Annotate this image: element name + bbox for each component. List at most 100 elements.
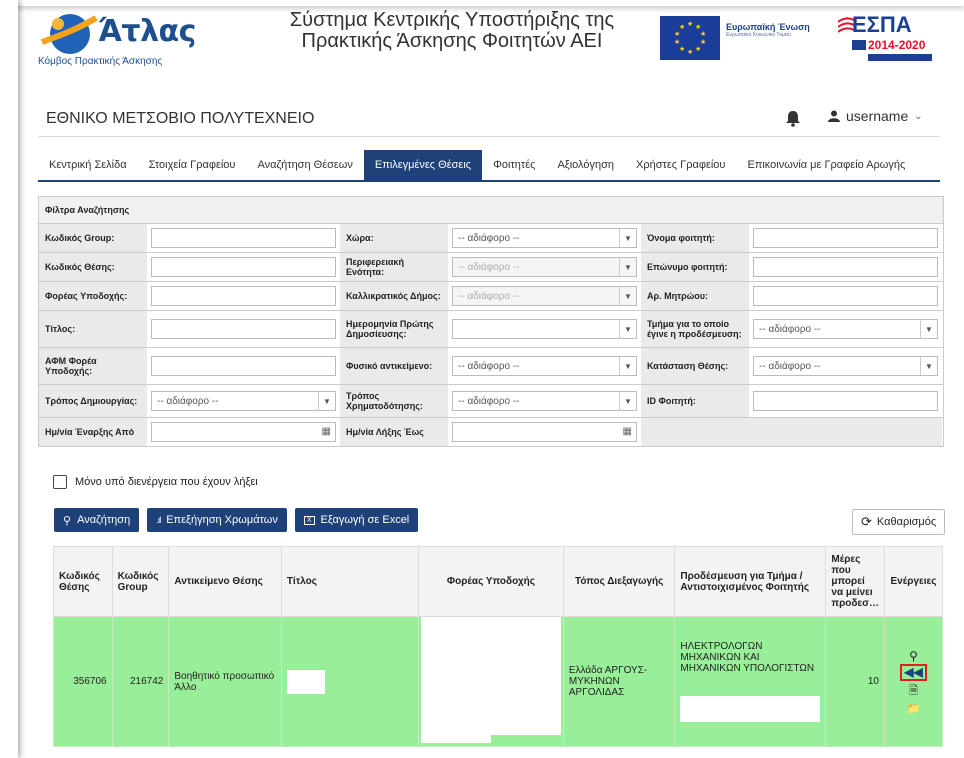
- search-filters: Φίλτρα Αναζήτησης Κωδικός Group: Χώρα: -…: [38, 196, 944, 447]
- cell-position-code: 356706: [53, 616, 113, 747]
- filter-row: Τρόπος Δημιουργίας: -- αδιάφορο -- ▼ Τρόπ…: [39, 385, 943, 418]
- atlas-globe-icon: [40, 14, 98, 54]
- filter-row: Φορέας Υποδοχής: Καλλικρατικός Δήμος: --…: [39, 282, 943, 311]
- host-input[interactable]: [151, 286, 336, 306]
- filter-label: ΑΦΜ Φορέα Υποδοχής:: [39, 348, 147, 384]
- filter-label: Κωδικός Group:: [39, 224, 147, 252]
- chevron-down-icon: ▼: [619, 320, 636, 338]
- region-select[interactable]: -- αδιάφορο -- ▼: [452, 257, 637, 277]
- col-header[interactable]: Προδέσμευση για Τμήμα / Αντιστοιχισμένος…: [674, 546, 827, 617]
- filters-title: Φίλτρα Αναζήτησης: [39, 197, 943, 224]
- cell-days-left: 10: [825, 616, 885, 747]
- filter-label: Τρόπος Δημιουργίας:: [39, 385, 147, 417]
- search-button[interactable]: ⚲ Αναζήτηση: [54, 508, 140, 532]
- filter-label: Καλλικρατικός Δήμος:: [340, 282, 448, 310]
- only-expired-checkbox-row[interactable]: Μόνο υπό διενέργεια που έχουν λήξει: [53, 475, 258, 489]
- afm-input[interactable]: [151, 356, 336, 376]
- filter-label: Φορέας Υποδοχής:: [39, 282, 147, 310]
- user-menu[interactable]: username ⌄: [828, 108, 923, 124]
- pdf-file-icon[interactable]: 🗎: [909, 682, 918, 701]
- folder-icon[interactable]: 📁: [907, 702, 921, 715]
- window-top-edge: [0, 0, 964, 6]
- col-header[interactable]: Κωδικός Θέσης: [53, 546, 113, 617]
- tab-students[interactable]: Φοιτητές: [482, 150, 546, 180]
- cell-actions: ⚲ ◀◀ 🗎 📁: [884, 616, 943, 747]
- chevron-down-icon: ▼: [619, 229, 636, 247]
- title-input[interactable]: [151, 319, 336, 339]
- colors-legend-button[interactable]: .ıl Επεξήγηση Χρωμάτων: [147, 508, 287, 532]
- filter-label: Επώνυμο φοιτητή:: [641, 253, 749, 281]
- filter-label: Ημ/νία Λήξης Έως: [340, 418, 448, 446]
- eu-flag-icon: ★ ★ ★ ★ ★ ★ ★ ★ ★ ★: [660, 16, 720, 60]
- cell-department: ΗΛΕΚΤΡΟΛΟΓΩΝ ΜΗΧΑΝΙΚΩΝ ΚΑΙ ΜΗΧΑΝΙΚΩΝ ΥΠΟ…: [674, 616, 827, 747]
- status-select[interactable]: -- αδιάφορο -- ▼: [753, 356, 938, 376]
- filter-label: Ημ/νία Έναρξης Από: [39, 418, 147, 446]
- group-code-input[interactable]: [151, 228, 336, 248]
- col-header[interactable]: Αντικείμενο Θέσης: [168, 546, 282, 617]
- svg-text:★: ★: [687, 20, 693, 28]
- institution-bar: ΕΘΝΙΚΟ ΜΕΤΣΟΒΙΟ ΠΟΛΥΤΕΧΝΕΙΟ username ⌄: [38, 100, 940, 137]
- filter-row: Κωδικός Θέσης: Περιφερειακή Ενότητα: -- …: [39, 253, 943, 282]
- svg-text:★: ★: [679, 45, 685, 53]
- filter-label: Αρ. Μητρώου:: [641, 282, 749, 310]
- reg-no-input[interactable]: [753, 286, 938, 306]
- espa-bar: [868, 54, 932, 61]
- only-expired-label: Μόνο υπό διενέργεια που έχουν λήξει: [75, 476, 258, 488]
- filter-label: Ημερομηνία Πρώτης Δημοσίευσης:: [340, 311, 448, 347]
- cell-place: Ελλάδα ΑΡΓΟΥΣ-ΜΥΚΗΝΩΝ ΑΡΓΟΛΙΔΑΣ: [562, 616, 676, 747]
- physical-object-select[interactable]: -- αδιάφορο -- ▼: [452, 356, 637, 376]
- calendar-icon[interactable]: ▦: [322, 426, 331, 437]
- search-icon[interactable]: ⚲: [909, 649, 918, 663]
- col-header[interactable]: Τόπος Διεξαγωγής: [562, 546, 676, 617]
- position-code-input[interactable]: [151, 257, 336, 277]
- student-name-input[interactable]: [753, 228, 938, 248]
- cell-subject: Βοηθητικό προσωπικό Άλλο: [168, 616, 282, 747]
- rewind-icon[interactable]: ◀◀: [900, 663, 927, 681]
- tab-helpdesk[interactable]: Επικοινωνία με Γραφείο Αρωγής: [736, 150, 916, 180]
- filter-label: ID Φοιτητή:: [641, 385, 749, 417]
- window-left-edge: [0, 0, 18, 758]
- department-select[interactable]: -- αδιάφορο -- ▼: [753, 319, 938, 339]
- filter-row: Τίτλος: Ημερομηνία Πρώτης Δημοσίευσης: ▼…: [39, 311, 943, 348]
- col-header[interactable]: Μέρες που μπορεί να μείνει προδεσ…: [825, 546, 885, 617]
- tab-selected-positions[interactable]: Επιλεγμένες Θέσεις: [363, 150, 483, 180]
- tab-home[interactable]: Κεντρική Σελίδα: [38, 150, 138, 180]
- student-surname-input[interactable]: [753, 257, 938, 277]
- export-excel-button[interactable]: X Εξαγωγή σε Excel: [294, 508, 419, 532]
- institution-name: ΕΘΝΙΚΟ ΜΕΤΣΟΒΙΟ ΠΟΛΥΤΕΧΝΕΙΟ: [46, 110, 315, 127]
- main-nav: Κεντρική Σελίδα Στοιχεία Γραφείου Αναζήτ…: [38, 150, 940, 182]
- chevron-down-icon: ▼: [619, 357, 636, 375]
- cell-host: [417, 616, 564, 747]
- municipality-select[interactable]: -- αδιάφορο -- ▼: [452, 286, 637, 306]
- tab-evaluation[interactable]: Αξιολόγηση: [546, 150, 625, 180]
- redacted-box: [420, 617, 561, 735]
- tab-office-info[interactable]: Στοιχεία Γραφείου: [138, 150, 247, 180]
- filter-label: Περιφερειακή Ενότητα:: [340, 253, 448, 281]
- first-publication-select[interactable]: ▼: [452, 319, 637, 339]
- clear-button[interactable]: ⟳ Καθαρισμός: [852, 509, 946, 535]
- filter-empty: [749, 418, 942, 446]
- svg-text:★: ★: [695, 45, 701, 53]
- action-buttons: ⚲ Αναζήτηση .ıl Επεξήγηση Χρωμάτων X Εξα…: [54, 508, 419, 532]
- filter-label: Τίτλος:: [39, 311, 147, 347]
- tab-office-users[interactable]: Χρήστες Γραφείου: [625, 150, 736, 180]
- atlas-logo[interactable]: Άτλας Κόμβος Πρακτικής Άσκησης: [36, 10, 196, 74]
- col-header[interactable]: Τίτλος: [280, 546, 419, 617]
- only-expired-checkbox[interactable]: [53, 475, 67, 489]
- svg-text:★: ★: [674, 30, 680, 38]
- calendar-icon[interactable]: ▦: [623, 426, 632, 437]
- chevron-down-icon: ▼: [619, 258, 636, 276]
- student-id-input[interactable]: [753, 391, 938, 411]
- logo-subtitle: Κόμβος Πρακτικής Άσκησης: [38, 56, 163, 67]
- country-select[interactable]: -- αδιάφορο -- ▼: [452, 228, 637, 248]
- end-date-input[interactable]: ▦: [452, 422, 637, 442]
- bell-icon[interactable]: [784, 109, 802, 127]
- start-date-input[interactable]: ▦: [151, 422, 336, 442]
- site-title: Σύστημα Κεντρικής Υποστήριξης της Πρακτι…: [289, 9, 615, 52]
- creation-select[interactable]: -- αδιάφορο -- ▼: [151, 391, 336, 411]
- espa-logo: ΕΣΠΑ 2014-2020: [838, 12, 934, 66]
- col-header[interactable]: Φορέας Υποδοχής: [417, 546, 564, 617]
- col-header[interactable]: Κωδικός Group: [111, 546, 170, 617]
- funding-select[interactable]: -- αδιάφορο -- ▼: [452, 391, 637, 411]
- tab-search-positions[interactable]: Αναζήτηση Θέσεων: [246, 150, 363, 180]
